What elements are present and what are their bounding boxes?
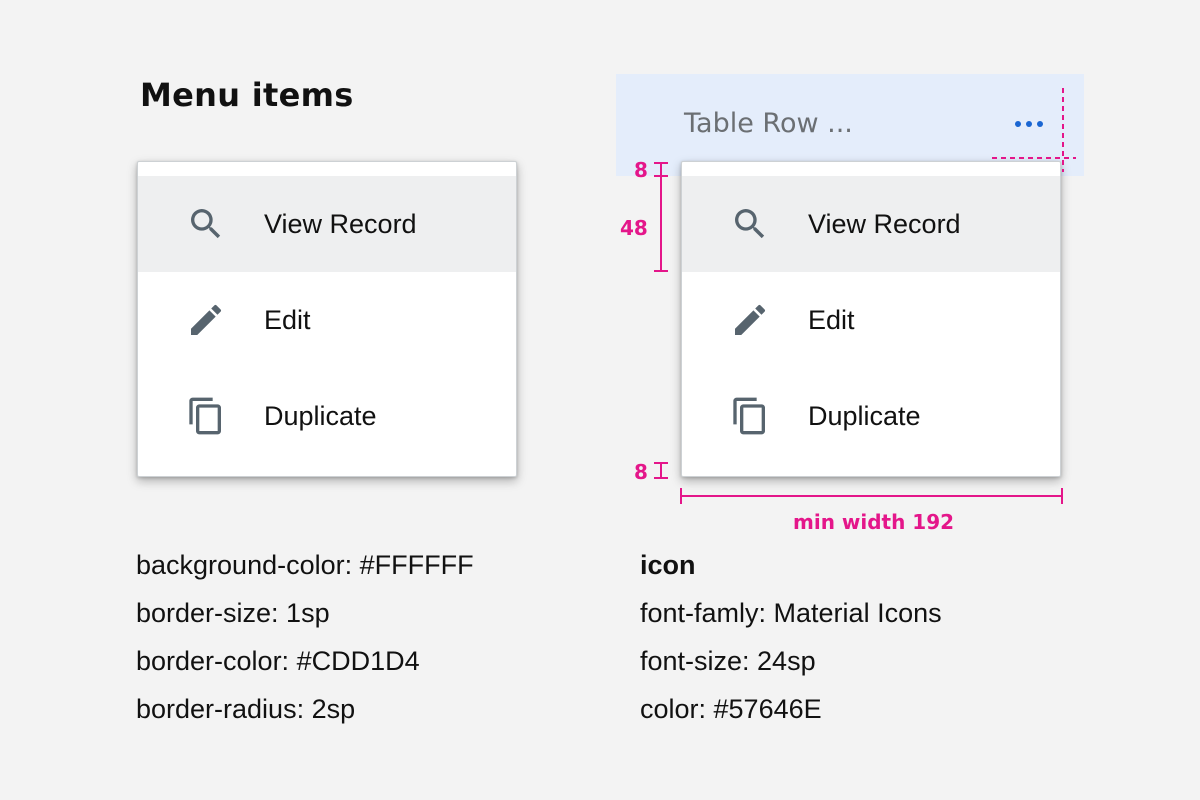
item-height-label: 48 — [620, 216, 648, 240]
menu-item-label: View Record — [264, 209, 417, 239]
more-horizontal-icon[interactable] — [1014, 118, 1044, 130]
top-padding-label: 8 — [634, 158, 648, 182]
bottom-padding-label: 8 — [634, 460, 648, 484]
copy-icon — [189, 397, 221, 435]
menu-item-label: Duplicate — [264, 401, 377, 431]
menu-item-label: Duplicate — [808, 401, 921, 431]
spec-line: border-size: 1sp — [136, 598, 330, 628]
menu-item-edit[interactable]: Edit — [682, 272, 1060, 368]
menu-item-edit[interactable]: Edit — [138, 272, 516, 368]
icon-spec-list: icon font-famly: Material Icons font-siz… — [640, 541, 942, 733]
menu-item-label: View Record — [808, 209, 961, 239]
spec-line: border-radius: 2sp — [136, 694, 356, 724]
min-width-label: min width 192 — [793, 510, 955, 534]
page-title: Menu items — [140, 76, 354, 114]
menu-example: View Record Edit Duplicate — [137, 161, 517, 477]
pencil-icon — [735, 304, 766, 335]
table-row-label: Table Row ... — [684, 108, 853, 139]
search-icon — [191, 209, 221, 239]
search-icon — [735, 209, 765, 239]
spec-line: border-color: #CDD1D4 — [136, 646, 420, 676]
spec-heading: icon — [640, 550, 696, 580]
menu-example-annotated: View Record Edit Duplicate — [681, 161, 1061, 477]
spec-line: font-size: 24sp — [640, 646, 816, 676]
spec-line: color: #57646E — [640, 694, 822, 724]
menu-item-duplicate[interactable]: Duplicate — [138, 368, 516, 464]
copy-icon — [733, 397, 765, 435]
menu-item-view-record[interactable]: View Record — [682, 176, 1060, 272]
spec-line: font-famly: Material Icons — [640, 598, 942, 628]
menu-item-label: Edit — [264, 305, 311, 335]
menu-item-duplicate[interactable]: Duplicate — [682, 368, 1060, 464]
pencil-icon — [191, 304, 222, 335]
menu-spec-list: background-color: #FFFFFF border-size: 1… — [136, 541, 474, 733]
menu-item-label: Edit — [808, 305, 855, 335]
menu-item-view-record[interactable]: View Record — [138, 176, 516, 272]
spec-line: background-color: #FFFFFF — [136, 550, 474, 580]
